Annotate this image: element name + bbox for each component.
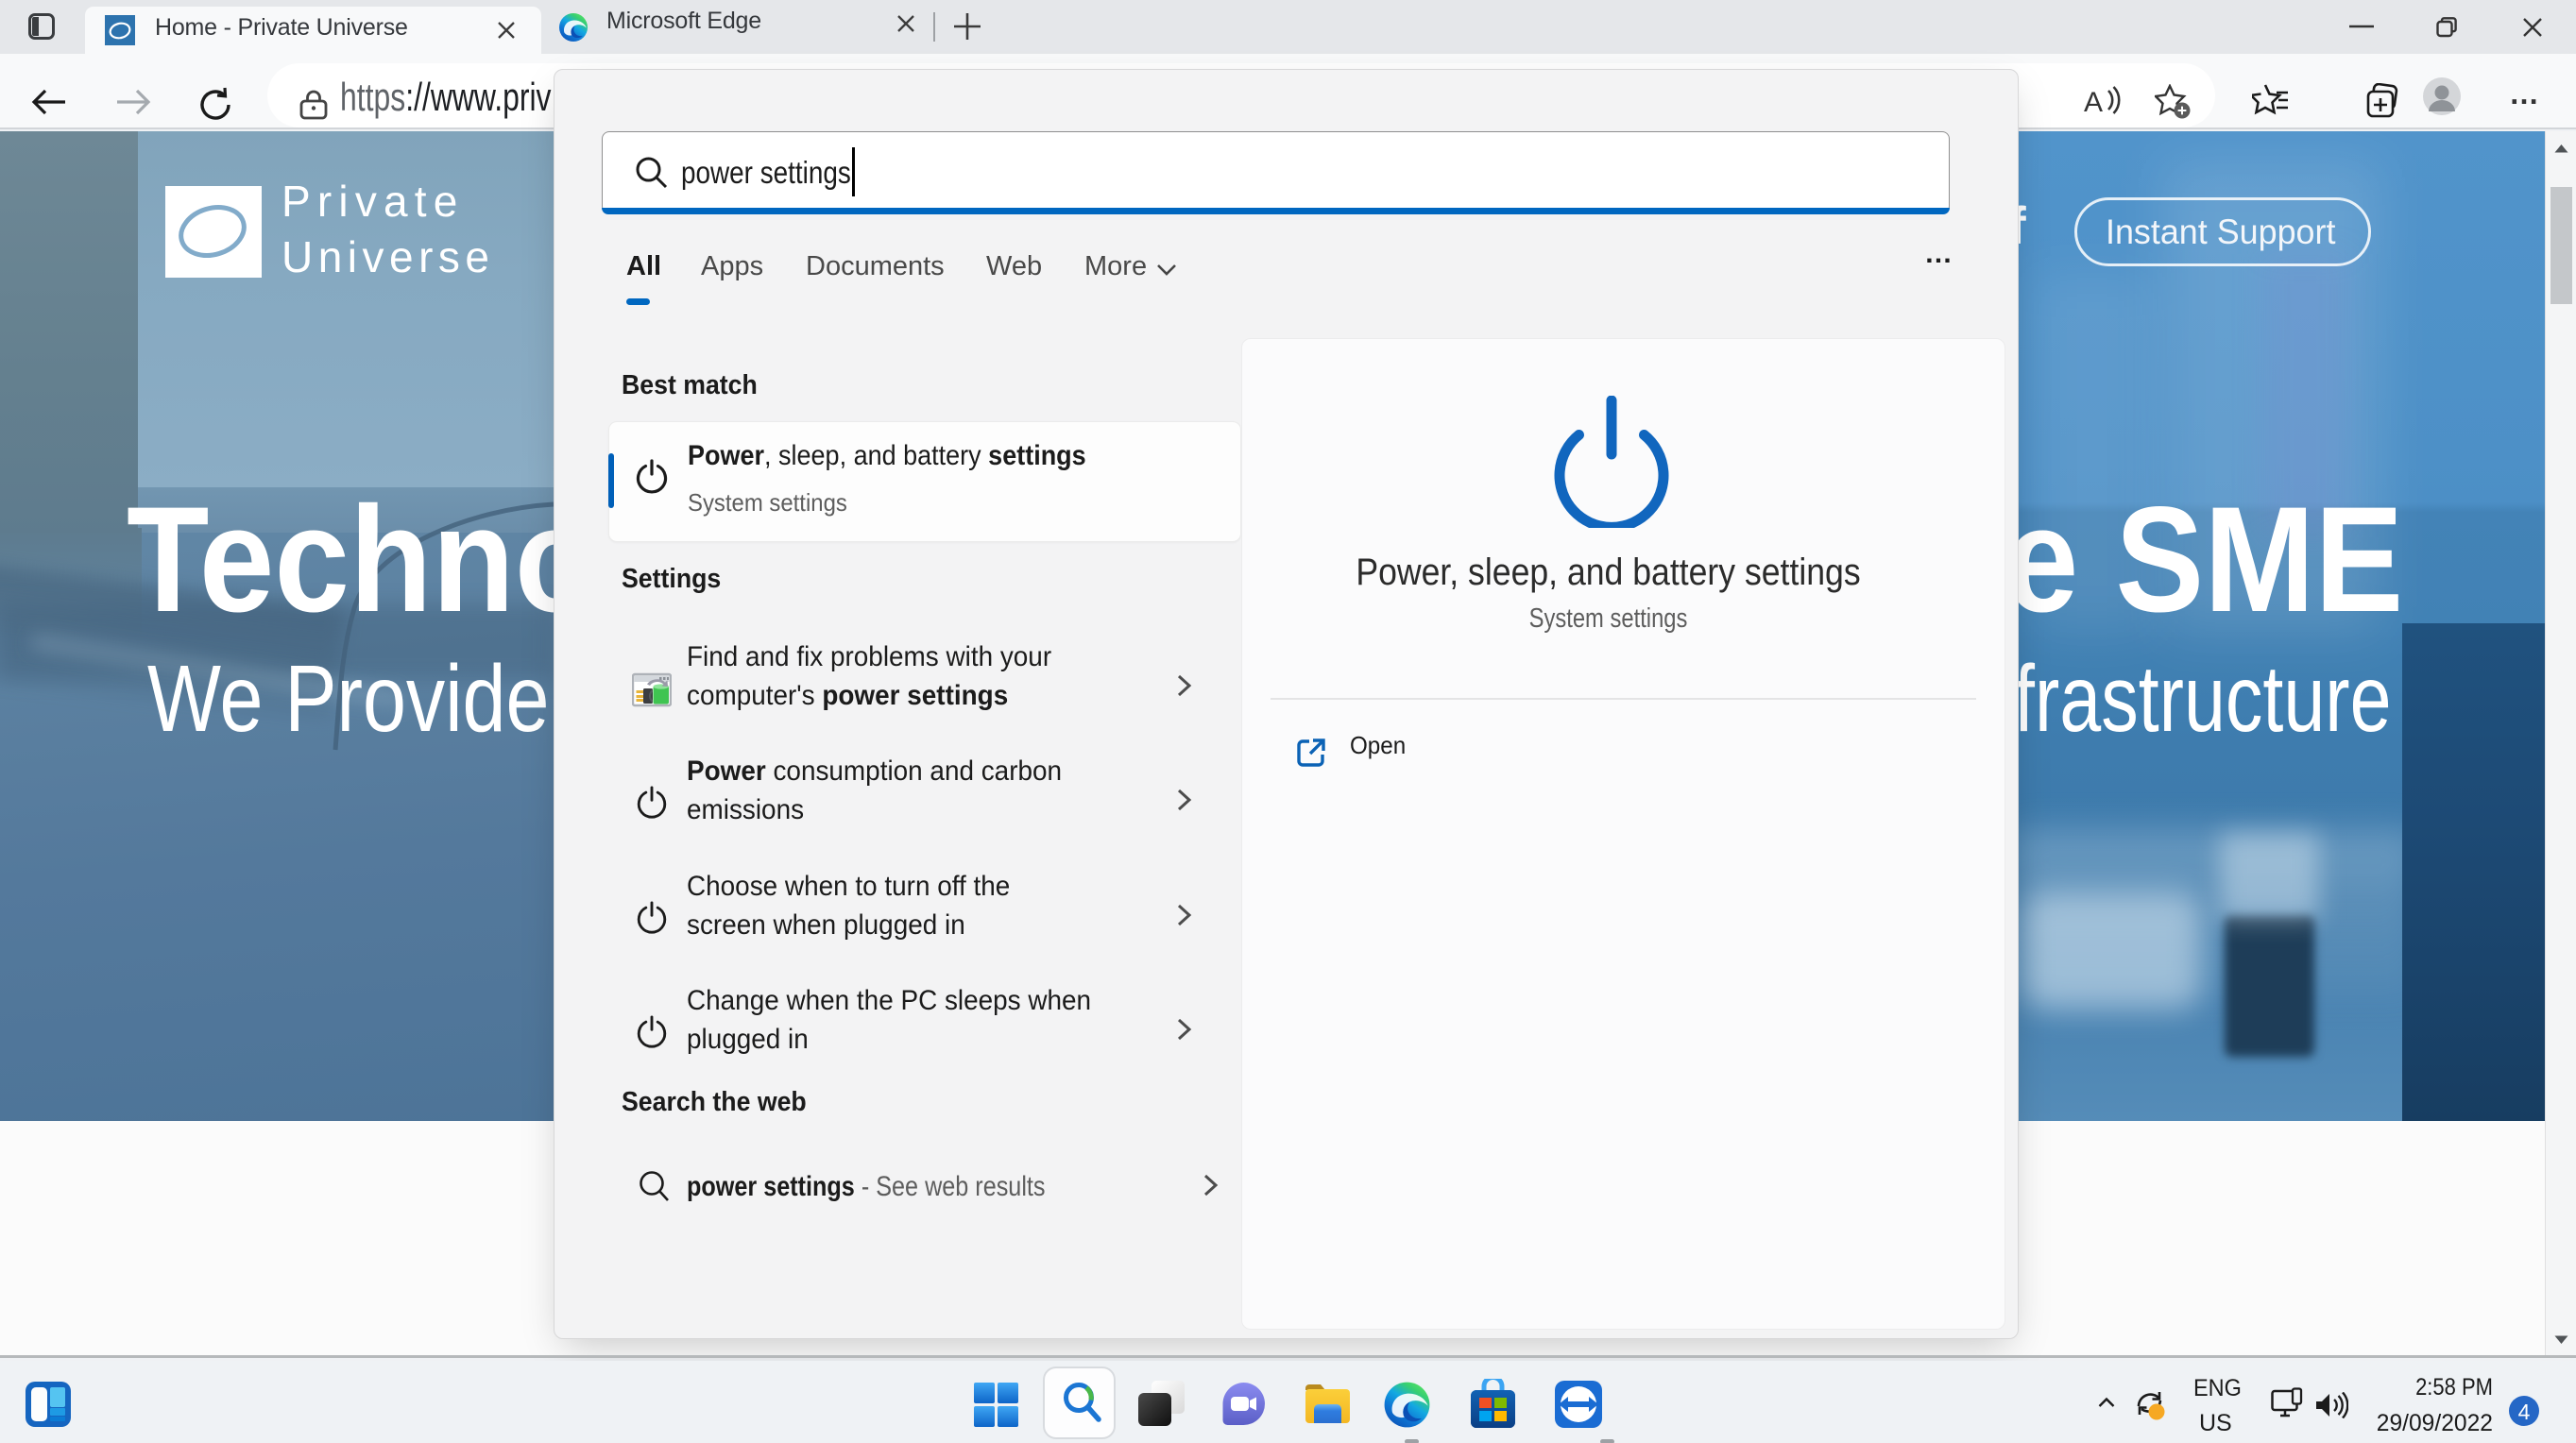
svg-text:A: A xyxy=(2084,87,2103,117)
